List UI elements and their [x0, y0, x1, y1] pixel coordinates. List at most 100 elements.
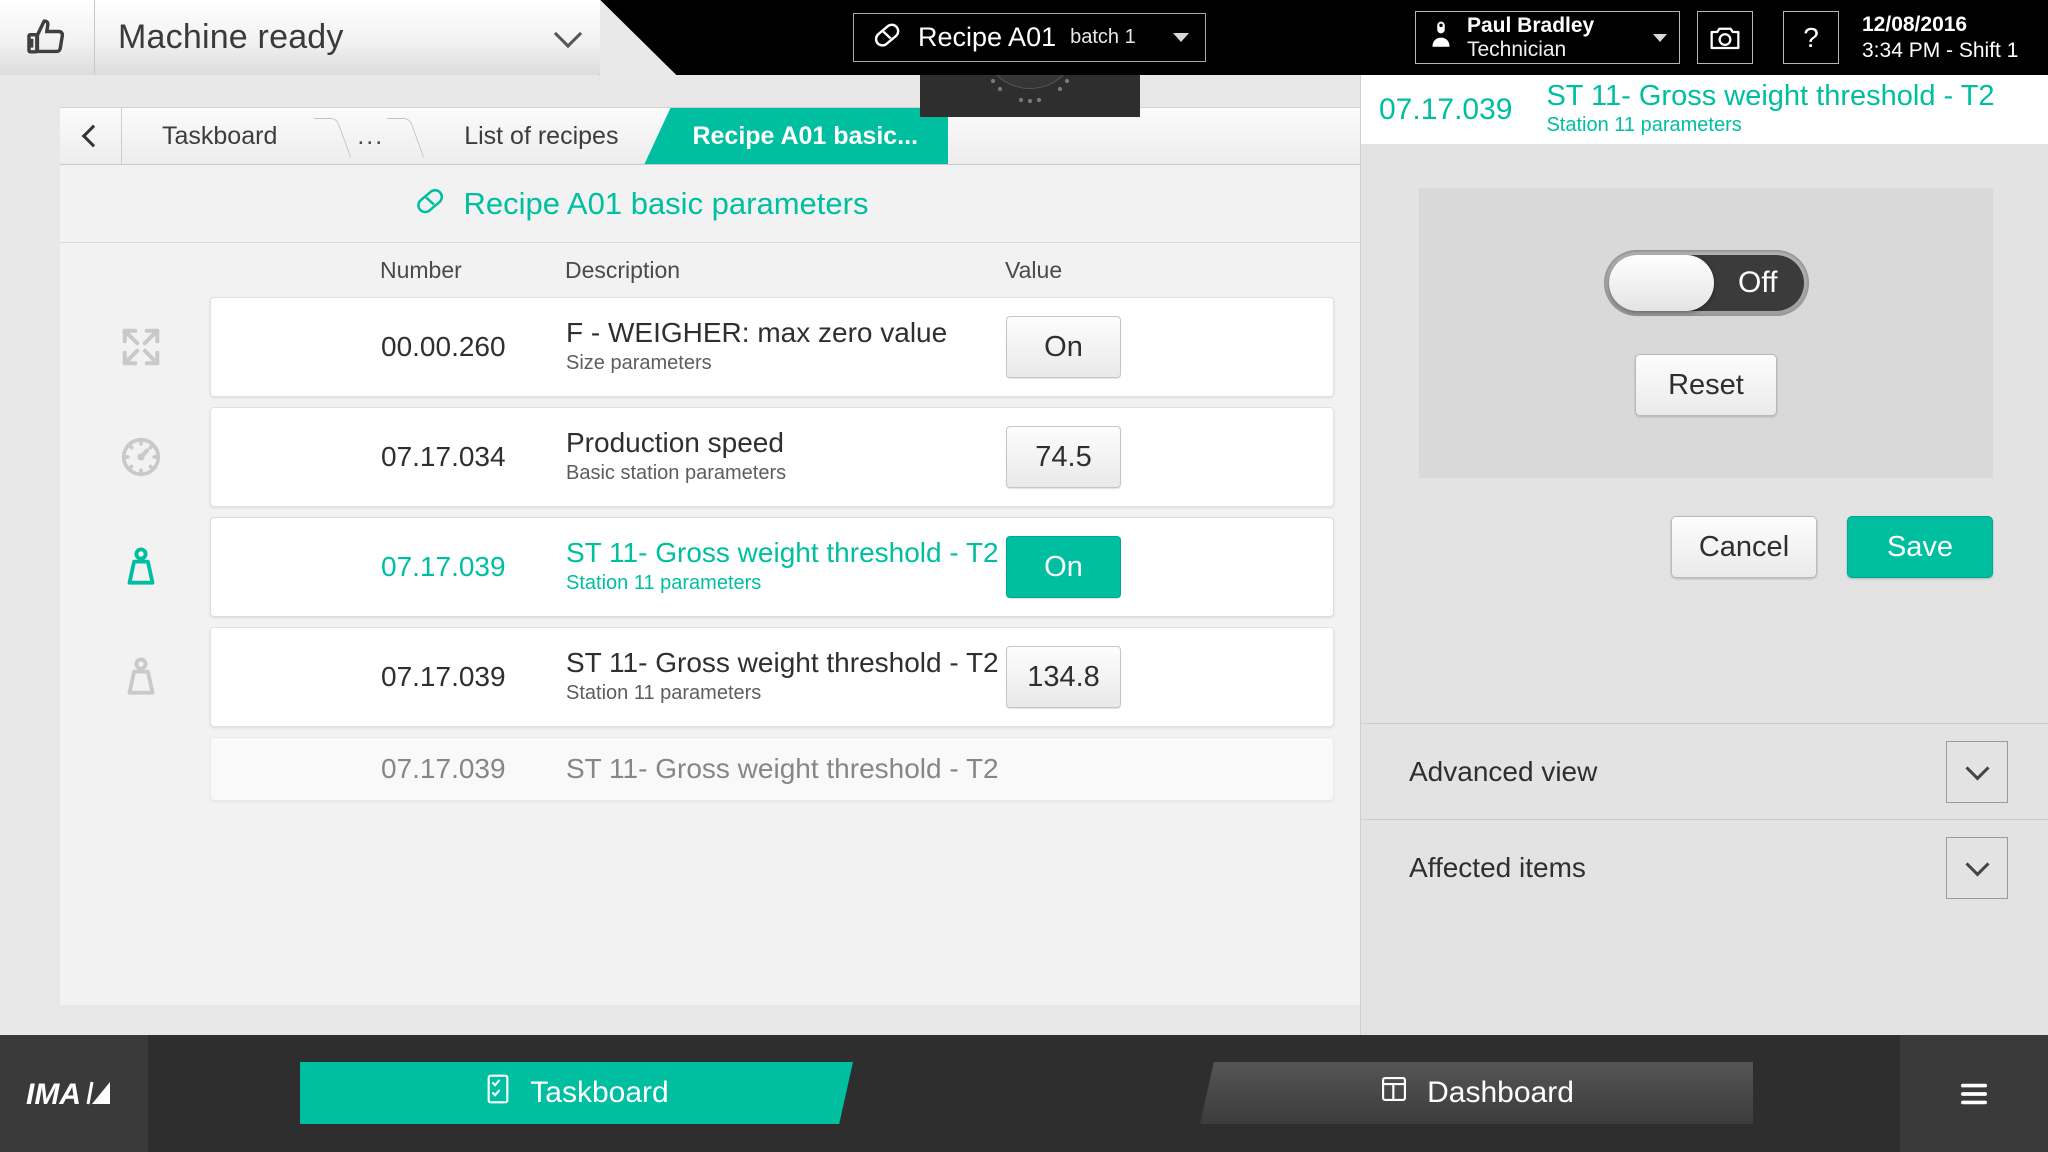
taskboard-label: Taskboard [530, 1076, 669, 1109]
breadcrumb-separator [317, 108, 351, 164]
row-number: 07.17.039 [381, 753, 506, 784]
breadcrumb-item-ellipsis[interactable]: ... [351, 108, 390, 164]
parameter-detail-panel: 07.17.039 ST 11- Gross weight threshold … [1360, 75, 2048, 1035]
value-editor: Off Reset [1419, 188, 1993, 478]
page-title-text: Recipe A01 basic parameters [463, 185, 869, 221]
hamburger-menu-icon[interactable] [1900, 1035, 2048, 1152]
chevron-down-icon[interactable] [1946, 836, 2008, 899]
breadcrumb-item-current[interactable]: Recipe A01 basic... [644, 108, 949, 164]
chevron-down-icon[interactable] [1946, 740, 2008, 803]
speedometer-icon [101, 407, 181, 507]
current-time-shift: 3:34 PM - Shift 1 [1862, 38, 2019, 62]
value-toggle-switch[interactable]: Off [1603, 250, 1809, 316]
column-header-description: Description [565, 256, 681, 283]
machine-status-pane[interactable]: Machine ready [0, 0, 600, 75]
row-description-main: ST 11- Gross weight threshold - T2 [566, 647, 999, 679]
accordion-label: Affected items [1409, 851, 1586, 883]
row-description-sub: Size parameters [566, 351, 712, 374]
detail-panel-actions: Cancel Save [1361, 516, 1993, 578]
page-title: Recipe A01 basic parameters [60, 165, 1360, 243]
row-description-sub: Station 11 parameters [566, 681, 762, 704]
row-number: 07.17.039 [381, 661, 506, 692]
top-bar: Machine ready Recipe A01 batch 1 Paul Br… [0, 0, 2048, 75]
expand-arrows-icon [101, 297, 181, 397]
row-description: ST 11- Gross weight threshold - T2 [566, 753, 999, 785]
list-fade-overlay [60, 885, 1360, 1005]
ima-logo: IMA [0, 1035, 148, 1152]
table-row[interactable]: 00.00.260 F - WEIGHER: max zero value Si… [122, 297, 1334, 397]
status-dropdown-caret[interactable] [545, 0, 591, 75]
user-selector[interactable]: Paul Bradley Technician [1415, 11, 1680, 64]
bottom-navigation-bar: IMA Taskboard Dashboard [0, 1035, 2048, 1152]
row-description: F - WEIGHER: max zero value Size paramet… [566, 317, 947, 376]
detail-subtitle: Station 11 parameters [1546, 114, 1742, 137]
row-description: Production speed Basic station parameter… [566, 427, 786, 486]
parameter-rows: 00.00.260 F - WEIGHER: max zero value Si… [60, 297, 1360, 1005]
weight-icon [101, 517, 181, 617]
chevron-down-icon [1653, 33, 1667, 42]
column-header-number: Number [380, 256, 462, 283]
user-role: Technician [1467, 37, 1567, 61]
breadcrumb-item-taskboard[interactable]: Taskboard [122, 108, 317, 164]
recipe-name: Recipe A01 [918, 22, 1057, 52]
save-button[interactable]: Save [1847, 516, 1993, 578]
user-icon [1428, 20, 1454, 55]
row-value-button[interactable]: 74.5 [1006, 426, 1121, 488]
capsule-icon [870, 18, 904, 57]
recipe-selector[interactable]: Recipe A01 batch 1 [853, 13, 1206, 62]
main-content-area: Taskboard ... List of recipes Recipe A01… [0, 75, 1360, 1035]
checklist-icon [484, 1073, 512, 1113]
row-number: 07.17.034 [381, 441, 506, 472]
breadcrumb-item-list-of-recipes[interactable]: List of recipes [424, 108, 658, 164]
detail-title: ST 11- Gross weight threshold - T2 [1546, 79, 1995, 112]
row-number: 07.17.039 [381, 551, 506, 582]
row-description: ST 11- Gross weight threshold - T2 Stati… [566, 537, 999, 596]
row-number: 00.00.260 [381, 331, 506, 362]
row-description-main: F - WEIGHER: max zero value [566, 317, 948, 349]
dashboard-label: Dashboard [1427, 1076, 1574, 1109]
weight-icon [101, 627, 181, 727]
accordion-advanced-view[interactable]: Advanced view [1361, 723, 2048, 819]
date-time-display: 12/08/2016 3:34 PM - Shift 1 [1862, 11, 2018, 64]
chevron-down-icon [1173, 33, 1189, 42]
topbar-diagonal-divider [600, 0, 676, 75]
row-description-main: ST 11- Gross weight threshold - T2 [566, 537, 999, 569]
thumbs-up-icon[interactable] [0, 0, 95, 75]
table-row[interactable]: 07.17.039 ST 11- Gross weight threshold … [127, 627, 1334, 727]
dashboard-button[interactable]: Dashboard [1200, 1062, 1753, 1124]
row-description-sub: Basic station parameters [566, 461, 787, 484]
row-value-button[interactable]: On [1006, 316, 1121, 378]
row-description-main: Production speed [566, 427, 784, 459]
detail-panel-header: 07.17.039 ST 11- Gross weight threshold … [1361, 75, 2048, 145]
svg-text:IMA: IMA [26, 1078, 81, 1111]
row-description-main: ST 11- Gross weight threshold - T2 [566, 752, 999, 784]
row-value-button[interactable]: On [1006, 536, 1121, 598]
dashboard-icon [1379, 1074, 1409, 1112]
breadcrumb-separator [390, 108, 424, 164]
accordion-affected-items[interactable]: Affected items [1361, 819, 2048, 915]
cancel-button[interactable]: Cancel [1671, 516, 1817, 578]
user-name: Paul Bradley [1467, 13, 1595, 37]
toggle-knob[interactable] [1608, 255, 1714, 311]
recipe-batch: batch 1 [1070, 26, 1136, 48]
table-row[interactable]: 07.17.034 Production speed Basic station… [121, 407, 1334, 507]
row-description: ST 11- Gross weight threshold - T2 Stati… [566, 647, 999, 706]
taskboard-button[interactable]: Taskboard [300, 1062, 853, 1124]
table-row[interactable]: 07.17.039 ST 11- Gross weight threshold … [210, 737, 1334, 801]
parameters-card: Recipe A01 basic parameters Number Descr… [60, 165, 1360, 1005]
current-date: 12/08/2016 [1862, 13, 1968, 37]
table-header: Number Description Value [60, 243, 1360, 297]
accordion-label: Advanced view [1409, 755, 1598, 787]
camera-icon[interactable] [1697, 11, 1753, 64]
table-row[interactable]: 07.17.039 ST 11- Gross weight threshold … [127, 517, 1334, 617]
breadcrumb: Taskboard ... List of recipes Recipe A01… [60, 107, 1360, 165]
row-value-button[interactable]: 134.8 [1006, 646, 1121, 708]
detail-accordions: Advanced view Affected items [1361, 723, 2048, 915]
toggle-state-label: Off [1738, 266, 1778, 299]
reset-button[interactable]: Reset [1635, 354, 1777, 416]
breadcrumb-back-button[interactable] [60, 108, 122, 164]
help-button[interactable]: ? [1783, 11, 1839, 64]
capsule-icon [412, 183, 448, 224]
detail-number: 07.17.039 [1379, 92, 1513, 126]
machine-status-label: Machine ready [118, 18, 344, 56]
